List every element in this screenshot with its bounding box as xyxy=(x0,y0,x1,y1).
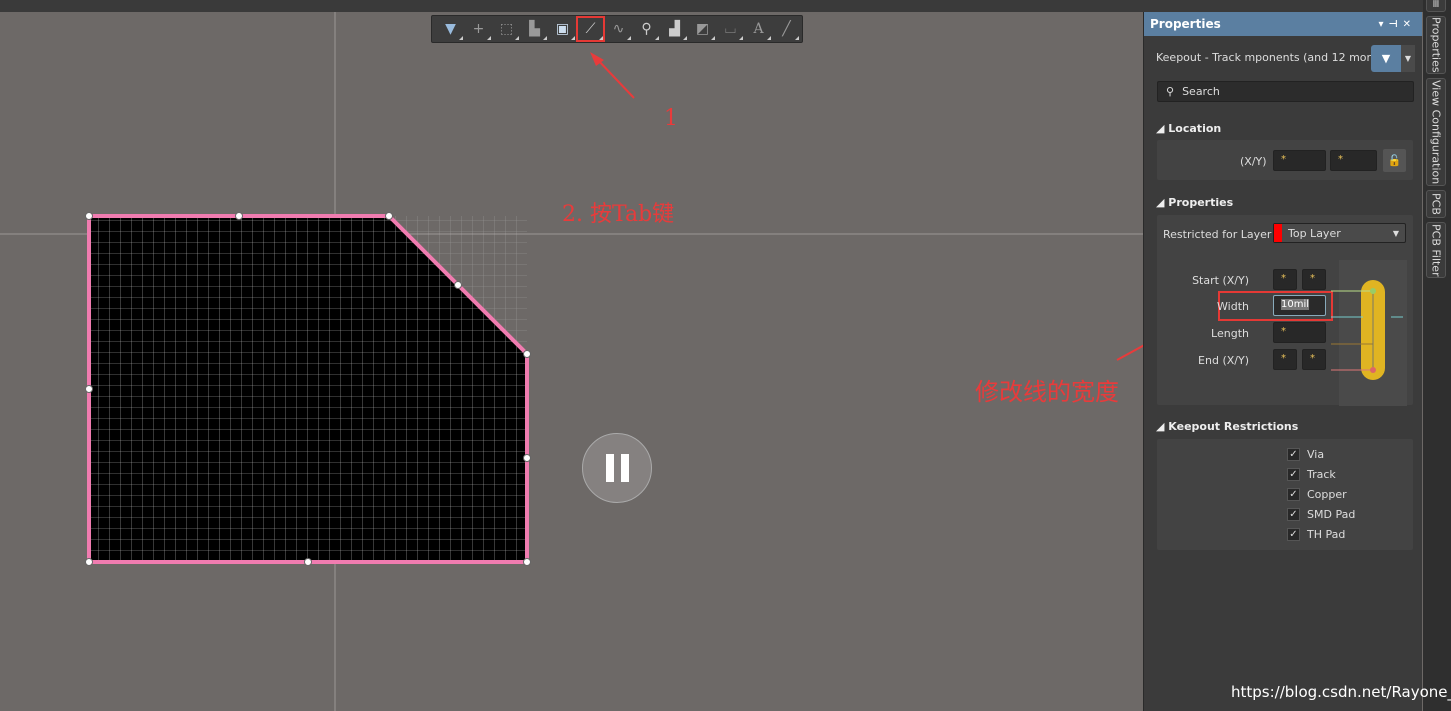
chevron-down-icon[interactable]: ▼ xyxy=(1401,45,1415,72)
side-tab-strip: ≡ Properties View Configuration PCB PCB … xyxy=(1423,0,1451,711)
select-rect-icon[interactable]: ⬚ xyxy=(494,18,519,40)
location-y-input[interactable]: * xyxy=(1330,150,1377,171)
layer-select[interactable]: Top Layer ▼ xyxy=(1273,223,1406,243)
checkbox-copper[interactable]: ✓ Copper xyxy=(1287,488,1347,501)
checkbox-track[interactable]: ✓ Track xyxy=(1287,468,1336,481)
dimension-icon[interactable]: ⌴ xyxy=(718,18,743,40)
keepout-group: ✓ Via ✓ Track ✓ Copper ✓ SMD Pad ✓ TH Pad xyxy=(1157,439,1413,550)
line-icon[interactable]: ╱ xyxy=(774,18,799,40)
search-icon: ⚲ xyxy=(1166,85,1175,98)
side-tab-pcb[interactable]: PCB xyxy=(1426,190,1446,218)
via-pad-icon[interactable]: ⚲ xyxy=(634,18,659,40)
side-tab-view-configuration[interactable]: View Configuration xyxy=(1426,78,1446,186)
xy-label: (X/Y) xyxy=(1240,155,1267,168)
checkbox-th-pad[interactable]: ✓ TH Pad xyxy=(1287,528,1345,541)
filter-icon[interactable]: ▼ xyxy=(438,18,463,40)
align-icon[interactable]: ▙ xyxy=(522,18,547,40)
layer-value: Top Layer xyxy=(1288,226,1341,240)
region-icon[interactable]: ◩ xyxy=(690,18,715,40)
end-x-input[interactable]: * xyxy=(1273,349,1297,370)
text-icon[interactable]: A xyxy=(746,18,771,40)
panel-controls[interactable]: ▾⊣✕ xyxy=(1378,19,1416,30)
interactive-route-icon[interactable]: ∿ xyxy=(606,18,631,40)
pcb-canvas[interactable] xyxy=(0,12,1143,711)
location-group: (X/Y) * * 🔓 xyxy=(1157,140,1413,180)
side-tab-properties[interactable]: Properties xyxy=(1426,16,1446,74)
section-location[interactable]: ◢ Location xyxy=(1156,122,1221,135)
top-bar xyxy=(0,0,1451,12)
length-label: Length xyxy=(1211,327,1249,340)
checkbox-smd-pad[interactable]: ✓ SMD Pad xyxy=(1287,508,1355,521)
panel-title: Properties xyxy=(1150,17,1221,31)
start-label: Start (X/Y) xyxy=(1192,274,1249,287)
end-label: End (X/Y) xyxy=(1198,354,1249,367)
filter-button[interactable]: ▼ ▼ xyxy=(1371,45,1415,72)
start-y-input[interactable]: * xyxy=(1302,269,1326,290)
location-x-input[interactable]: * xyxy=(1273,150,1326,171)
annotation-width-note: 修改线的宽度 xyxy=(975,378,1119,406)
checkbox-via[interactable]: ✓ Via xyxy=(1287,448,1324,461)
component-icon[interactable]: ▣ xyxy=(550,18,575,40)
polygon-pour-icon[interactable]: ▟ xyxy=(662,18,687,40)
board-drawing xyxy=(0,12,1143,711)
route-track-icon[interactable]: ⟋ xyxy=(576,16,605,42)
filter-summary: Keepout - Track mponents (and 12 more) xyxy=(1156,51,1382,64)
properties-group: Restricted for Layer Top Layer ▼ Start (X… xyxy=(1157,215,1413,406)
track-diagram xyxy=(1331,260,1407,406)
crosshair-icon[interactable]: + xyxy=(466,18,491,40)
annotation-step1: 1 xyxy=(664,106,678,131)
width-label: Width xyxy=(1217,300,1249,313)
pause-button[interactable] xyxy=(582,433,652,503)
end-y-input[interactable]: * xyxy=(1302,349,1326,370)
side-tab-pcb-filter[interactable]: PCB Filter xyxy=(1426,222,1446,278)
properties-panel: Properties ▾⊣✕ Keepout - Track mponents (… xyxy=(1143,12,1422,711)
search-placeholder: Search xyxy=(1182,85,1220,98)
width-input[interactable]: 10mil xyxy=(1273,295,1326,316)
length-input[interactable]: * xyxy=(1273,322,1326,343)
active-bar-toolbar: ▼ + ⬚ ▙ ▣ ⟋ ∿ ⚲ ▟ ◩ ⌴ A ╱ xyxy=(431,15,803,43)
lock-icon[interactable]: 🔓 xyxy=(1383,149,1406,172)
start-x-input[interactable]: * xyxy=(1273,269,1297,290)
section-keepout[interactable]: ◢ Keepout Restrictions xyxy=(1156,420,1298,433)
filter-icon: ▼ xyxy=(1381,52,1391,65)
annotation-step2: 2. 按Tab键 xyxy=(562,202,675,227)
layer-label: Restricted for Layer xyxy=(1163,228,1272,241)
panel-header: Properties ▾⊣✕ xyxy=(1144,12,1422,36)
watermark: https://blog.csdn.net/Rayone_ xyxy=(1231,683,1451,701)
chevron-down-icon: ▼ xyxy=(1392,228,1399,238)
side-tab-menu-icon[interactable]: ≡ xyxy=(1426,0,1446,12)
search-input[interactable]: ⚲ Search xyxy=(1157,81,1414,102)
section-properties[interactable]: ◢ Properties xyxy=(1156,196,1233,209)
layer-color-swatch xyxy=(1274,224,1282,242)
